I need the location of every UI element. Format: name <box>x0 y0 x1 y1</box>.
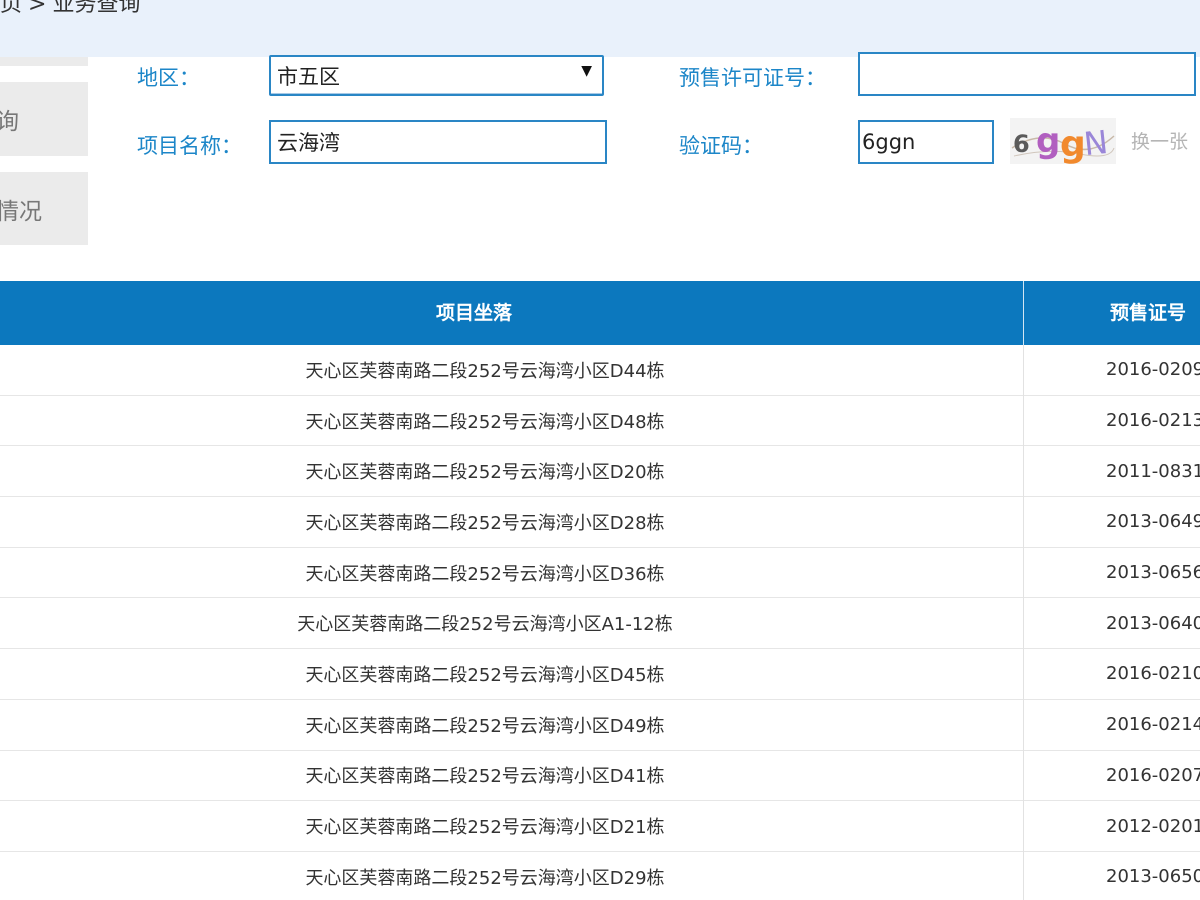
cell-address: 天心区芙蓉南路二段252号云海湾小区D48栋 <box>305 411 665 433</box>
project-label: 项目名称： <box>137 134 242 158</box>
table-row[interactable]: 天心区芙蓉南路二段252号云海湾小区D44栋 2016-0209 <box>0 345 1200 396</box>
sidebar-item-query[interactable]: 询 <box>0 82 88 156</box>
column-header-permit: 预售证号 <box>1110 302 1187 324</box>
permit-label: 预售许可证号： <box>679 66 826 90</box>
cell-permit[interactable]: 2013-0656 <box>1106 548 1200 598</box>
region-select-value: 市五区 <box>277 64 340 89</box>
breadcrumb-home[interactable]: 页 <box>0 0 22 17</box>
cell-address: 天心区芙蓉南路二段252号云海湾小区D29栋 <box>305 867 665 889</box>
table-row[interactable]: 天心区芙蓉南路二段252号云海湾小区D20栋 2011-0831 <box>0 446 1200 498</box>
captcha-image[interactable]: 6 g g N <box>1010 118 1116 164</box>
table-header: 项目坐落 预售证号 <box>0 281 1200 345</box>
table-row[interactable]: 天心区芙蓉南路二段252号云海湾小区D36栋 2013-0656 <box>0 548 1200 599</box>
captcha-char: g <box>1036 121 1060 161</box>
table-row[interactable]: 天心区芙蓉南路二段252号云海湾小区D29栋 2013-0650 <box>0 852 1200 900</box>
cell-permit[interactable]: 2016-0210 <box>1106 649 1200 699</box>
refresh-captcha-link[interactable]: 换一张 <box>1131 127 1188 154</box>
cell-address: 天心区芙蓉南路二段252号云海湾小区D36栋 <box>305 563 665 585</box>
table-row[interactable]: 天心区芙蓉南路二段252号云海湾小区D45栋 2016-0210 <box>0 649 1200 700</box>
chevron-down-icon: ▼ <box>581 63 592 79</box>
breadcrumb: 页 > 业务查询 <box>0 0 140 18</box>
captcha-label: 验证码： <box>679 134 763 158</box>
column-divider <box>1023 345 1024 900</box>
cell-permit[interactable]: 2016-0207 <box>1106 751 1200 801</box>
cell-address: 天心区芙蓉南路二段252号云海湾小区D20栋 <box>305 462 665 484</box>
cell-address: 天心区芙蓉南路二段252号云海湾小区D21栋 <box>305 817 665 839</box>
cell-address: 天心区芙蓉南路二段252号云海湾小区D28栋 <box>305 512 665 534</box>
cell-address: 天心区芙蓉南路二段252号云海湾小区A1-12栋 <box>297 614 673 636</box>
breadcrumb-current: 业务查询 <box>52 0 141 17</box>
cell-address: 天心区芙蓉南路二段252号云海湾小区D44栋 <box>305 360 665 382</box>
cell-permit[interactable]: 2016-0214 <box>1106 700 1200 750</box>
permit-input[interactable] <box>858 52 1196 96</box>
cell-permit[interactable]: 2011-0831 <box>1106 446 1200 496</box>
breadcrumb-separator: > <box>28 0 47 17</box>
cell-permit[interactable]: 2016-0213 <box>1106 396 1200 446</box>
captcha-input[interactable]: 6ggn <box>858 120 994 164</box>
table-row[interactable]: 天心区芙蓉南路二段252号云海湾小区D48栋 2016-0213 <box>0 396 1200 447</box>
table-row[interactable]: 天心区芙蓉南路二段252号云海湾小区A1-12栋 2013-0640 <box>0 598 1200 650</box>
cell-address: 天心区芙蓉南路二段252号云海湾小区D45栋 <box>305 664 665 686</box>
cell-address: 天心区芙蓉南路二段252号云海湾小区D41栋 <box>305 766 665 788</box>
table-row[interactable]: 天心区芙蓉南路二段252号云海湾小区D28栋 2013-0649 <box>0 497 1200 548</box>
project-name-value: 云海湾 <box>277 131 340 155</box>
table-row[interactable]: 天心区芙蓉南路二段252号云海湾小区D41栋 2016-0207 <box>0 751 1200 802</box>
column-divider <box>1023 281 1024 345</box>
captcha-char: 6 <box>1013 130 1030 158</box>
sidebar-item-label: 询 <box>0 109 19 135</box>
cell-permit[interactable]: 2013-0650 <box>1106 852 1200 900</box>
cell-permit[interactable]: 2013-0649 <box>1106 497 1200 547</box>
region-label: 地区： <box>137 66 200 90</box>
region-select[interactable]: 市五区 ▼ <box>269 55 604 96</box>
table-row[interactable]: 天心区芙蓉南路二段252号云海湾小区D49栋 2016-0214 <box>0 700 1200 751</box>
sidebar-item-label: 情况 <box>0 198 42 225</box>
cell-permit[interactable]: 2012-0201 <box>1106 801 1200 851</box>
project-name-input[interactable]: 云海湾 <box>269 120 607 164</box>
page: 页 > 业务查询 询 情况 地区： 市五区 ▼ 预售许可证号： 项目名称： 云海湾 … <box>0 0 1200 900</box>
sidebar-item-status[interactable]: 情况 <box>0 172 88 245</box>
column-header-address: 项目坐落 <box>436 302 513 324</box>
breadcrumb-bar: 页 > 业务查询 <box>0 0 1200 57</box>
cell-permit[interactable]: 2016-0209 <box>1106 345 1200 395</box>
captcha-char: N <box>1082 123 1110 163</box>
table-body: 天心区芙蓉南路二段252号云海湾小区D44栋 2016-0209 天心区芙蓉南路二段… <box>0 345 1200 900</box>
cell-permit[interactable]: 2013-0640 <box>1106 598 1200 648</box>
table-row[interactable]: 天心区芙蓉南路二段252号云海湾小区D21栋 2012-0201 <box>0 801 1200 852</box>
captcha-input-value: 6ggn <box>862 130 916 154</box>
sidebar-item-top[interactable] <box>0 57 88 66</box>
cell-address: 天心区芙蓉南路二段252号云海湾小区D49栋 <box>305 715 665 737</box>
